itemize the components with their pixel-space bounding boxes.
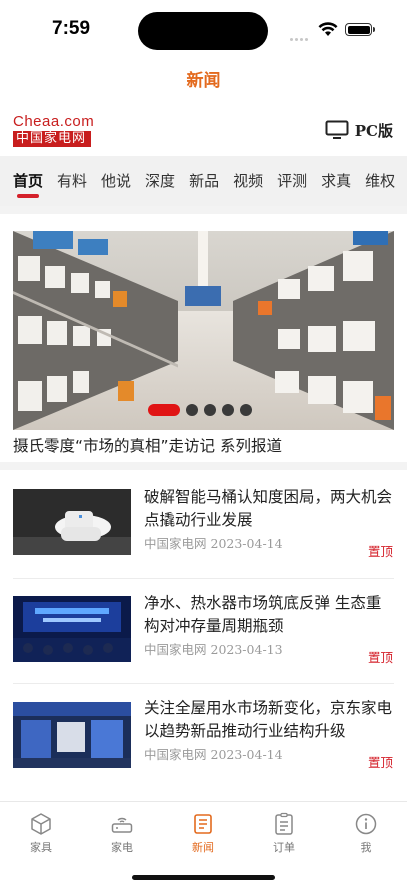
wifi-icon (318, 22, 338, 36)
tab-review[interactable]: 评测 (277, 156, 307, 206)
carousel-dot-active[interactable] (148, 404, 180, 416)
battery-icon (345, 23, 375, 36)
tab-new-products[interactable]: 新品 (189, 156, 219, 206)
tabbar-label: 家电 (111, 841, 133, 854)
monitor-icon (325, 120, 349, 139)
carousel-dot[interactable] (204, 404, 216, 416)
router-icon (111, 817, 133, 833)
cellular-signal-icon (290, 26, 314, 41)
carousel-indicator (148, 404, 252, 416)
news-date: 2023-04-13 (210, 642, 283, 657)
tabbar-label: 我 (360, 841, 372, 854)
news-title: 关注全屋用水市场新变化，京东家电以趋势新品推动行业结构升级 (144, 699, 393, 740)
logo-domain: Cheaa.com (13, 113, 95, 130)
news-item[interactable]: 破解智能马桶认知度困局，两大机会点撬动行业发展 中国家电网 2023-04-14… (0, 474, 407, 579)
tabbar-me[interactable]: 我 (336, 812, 396, 855)
news-meta: 中国家电网 2023-04-14 (144, 744, 283, 763)
tabbar-furniture[interactable]: 家具 (11, 812, 71, 855)
tabbar-label: 新闻 (192, 841, 214, 854)
pinned-badge: 置顶 (367, 544, 393, 559)
news-thumbnail (13, 489, 131, 555)
news-source: 中国家电网 (144, 747, 207, 762)
tabbar-appliance[interactable]: 家电 (92, 812, 152, 855)
banner-caption[interactable]: 摄氏零度“市场的真相”走访记 系列报道 (13, 434, 282, 456)
news-date: 2023-04-14 (210, 536, 283, 551)
pinned-badge: 置顶 (367, 650, 393, 665)
info-icon (355, 813, 377, 835)
carousel-dot[interactable] (186, 404, 198, 416)
tab-home[interactable]: 首页 (13, 156, 43, 206)
home-indicator[interactable] (132, 875, 275, 880)
news-title: 净水、热水器市场筑底反弹 生态重构对冲存量周期瓶颈 (144, 594, 382, 635)
news-screen: 7:59 新闻 Cheaa.com 中国家电网 PC版 首页 有料 他说 深度 (0, 0, 407, 889)
news-icon (194, 814, 212, 834)
news-title: 破解智能马桶认知度困局，两大机会点撬动行业发展 (144, 488, 393, 529)
category-tabs: 首页 有料 他说 深度 新品 视频 评测 求真 维权 (0, 156, 407, 206)
news-item[interactable]: 关注全屋用水市场新变化，京东家电以趋势新品推动行业结构升级 中国家电网 2023… (0, 684, 407, 789)
pc-version-button[interactable]: PC版 (325, 118, 393, 142)
tab-tashuo[interactable]: 他说 (101, 156, 131, 206)
news-source: 中国家电网 (144, 536, 207, 551)
banner-image (13, 231, 394, 430)
pinned-badge: 置顶 (367, 755, 393, 770)
tab-rights[interactable]: 维权 (365, 156, 395, 206)
carousel-dot[interactable] (240, 404, 252, 416)
tab-video[interactable]: 视频 (233, 156, 263, 206)
tab-youliao[interactable]: 有料 (57, 156, 87, 206)
status-bar: 7:59 (0, 0, 407, 60)
news-thumbnail (13, 596, 131, 662)
logo-name: 中国家电网 (13, 131, 91, 147)
section-divider (0, 206, 407, 214)
news-meta: 中国家电网 2023-04-14 (144, 533, 283, 552)
cheaa-logo[interactable]: Cheaa.com 中国家电网 (13, 113, 95, 148)
banner-carousel[interactable] (13, 231, 394, 430)
tab-depth[interactable]: 深度 (145, 156, 175, 206)
tabbar-label: 家具 (30, 841, 52, 854)
tabbar-orders[interactable]: 订单 (254, 812, 314, 855)
dynamic-island (138, 12, 268, 50)
pc-version-label: PC版 (354, 121, 393, 140)
page-title: 新闻 (186, 71, 221, 91)
carousel-dot[interactable] (222, 404, 234, 416)
tabbar-label: 订单 (273, 841, 295, 854)
cube-icon (31, 813, 51, 835)
news-source: 中国家电网 (144, 642, 207, 657)
status-time: 7:59 (52, 18, 91, 39)
tab-fact-check[interactable]: 求真 (321, 156, 351, 206)
news-meta: 中国家电网 2023-04-13 (144, 639, 283, 658)
tabbar-news[interactable]: 新闻 (173, 812, 233, 855)
section-divider (0, 462, 407, 470)
site-header: Cheaa.com 中国家电网 PC版 (0, 108, 407, 154)
news-item[interactable]: 净水、热水器市场筑底反弹 生态重构对冲存量周期瓶颈 中国家电网 2023-04-… (0, 579, 407, 684)
news-thumbnail (13, 702, 131, 768)
news-date: 2023-04-14 (210, 747, 283, 762)
order-icon (275, 812, 293, 835)
